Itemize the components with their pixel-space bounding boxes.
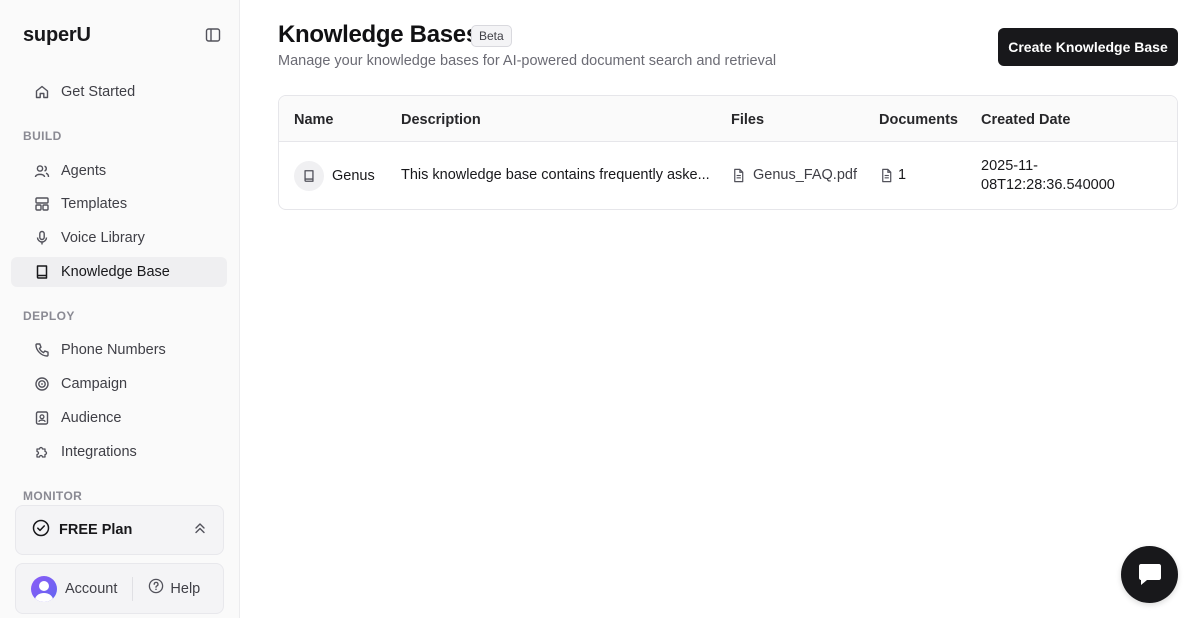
created-date-line1: 2025-11- [981, 158, 1038, 174]
sidebar: superU Get Started BUILD Agents Template… [0, 0, 240, 618]
divider [132, 576, 134, 601]
help-label: Help [170, 580, 201, 597]
section-label-build: BUILD [23, 129, 62, 143]
book-icon [34, 264, 50, 280]
account-label: Account [65, 580, 118, 597]
table-row[interactable]: Genus This knowledge base contains frequ… [279, 142, 1177, 209]
brand-row: superU [23, 22, 223, 48]
account-bar: Account Help [15, 563, 224, 614]
file-icon [731, 168, 746, 183]
help-circle-icon [148, 578, 164, 599]
column-header-files: Files [731, 112, 765, 128]
sidebar-item-label: Knowledge Base [61, 264, 170, 280]
sidebar-item-phone-numbers[interactable]: Phone Numbers [11, 335, 227, 365]
beta-badge: Beta [471, 25, 512, 47]
sidebar-item-label: Templates [61, 196, 128, 212]
section-label-monitor: MONITOR [23, 489, 83, 503]
chat-bubble-icon [1138, 563, 1161, 585]
book-icon [294, 161, 324, 191]
sidebar-item-label: Audience [61, 410, 122, 426]
phone-icon [34, 342, 50, 358]
created-date-line2: 08T12:28:36.540000 [981, 177, 1115, 193]
cell-documents: 1 [879, 167, 906, 183]
file-link[interactable]: Genus_FAQ.pdf [731, 167, 857, 183]
chat-widget-button[interactable] [1121, 546, 1178, 603]
sidebar-item-label: Get Started [61, 84, 136, 100]
sidebar-item-templates[interactable]: Templates [11, 189, 227, 219]
document-count: 1 [898, 167, 907, 183]
page-title: Knowledge Bases [278, 21, 479, 48]
users-icon [34, 163, 50, 179]
cell-name: Genus [294, 161, 375, 191]
sidebar-toggle-button[interactable] [203, 25, 223, 45]
help-button[interactable]: Help [148, 578, 200, 599]
cell-created-date: 2025-11- 08T12:28:36.540000 [981, 157, 1131, 195]
plan-label: FREE Plan [59, 522, 133, 538]
plan-selector[interactable]: FREE Plan [15, 505, 224, 555]
sidebar-item-get-started[interactable]: Get Started [11, 77, 227, 107]
chevrons-up-icon [193, 521, 207, 540]
panel-left-icon [205, 28, 221, 42]
section-label-deploy: DEPLOY [23, 309, 75, 323]
sidebar-item-label: Integrations [61, 444, 137, 460]
account-button[interactable]: Account [16, 564, 117, 613]
kb-name: Genus [332, 168, 375, 184]
column-header-created-date: Created Date [981, 112, 1071, 128]
check-circle-icon [32, 519, 50, 542]
sidebar-item-label: Phone Numbers [61, 342, 166, 358]
sidebar-item-label: Voice Library [61, 230, 145, 246]
puzzle-icon [34, 444, 50, 460]
document-icon [879, 168, 894, 183]
knowledge-base-table: Name Description Files Documents Created… [278, 95, 1178, 210]
brand-logo: superU [23, 23, 91, 46]
contact-icon [34, 410, 50, 426]
avatar [31, 575, 57, 602]
sidebar-item-label: Campaign [61, 376, 128, 392]
create-knowledge-base-button[interactable]: Create Knowledge Base [998, 28, 1178, 66]
target-icon [34, 376, 50, 392]
sidebar-item-agents[interactable]: Agents [11, 156, 227, 186]
column-header-description: Description [401, 112, 481, 128]
table-header: Name Description Files Documents Created… [279, 96, 1177, 142]
kb-description: This knowledge base contains frequently … [401, 167, 710, 183]
page-subtitle: Manage your knowledge bases for AI-power… [278, 53, 777, 69]
microphone-icon [34, 230, 50, 246]
column-header-documents: Documents [879, 112, 958, 128]
sidebar-item-knowledge-base[interactable]: Knowledge Base [11, 257, 227, 287]
sidebar-item-integrations[interactable]: Integrations [11, 437, 227, 467]
column-header-name: Name [294, 112, 334, 128]
cell-description: This knowledge base contains frequently … [401, 167, 710, 183]
layout-icon [34, 196, 50, 212]
sidebar-item-campaign[interactable]: Campaign [11, 369, 227, 399]
sidebar-item-voice-library[interactable]: Voice Library [11, 223, 227, 253]
home-icon [34, 84, 50, 100]
sidebar-item-label: Agents [61, 163, 107, 179]
sidebar-item-audience[interactable]: Audience [11, 403, 227, 433]
file-name: Genus_FAQ.pdf [753, 167, 857, 183]
